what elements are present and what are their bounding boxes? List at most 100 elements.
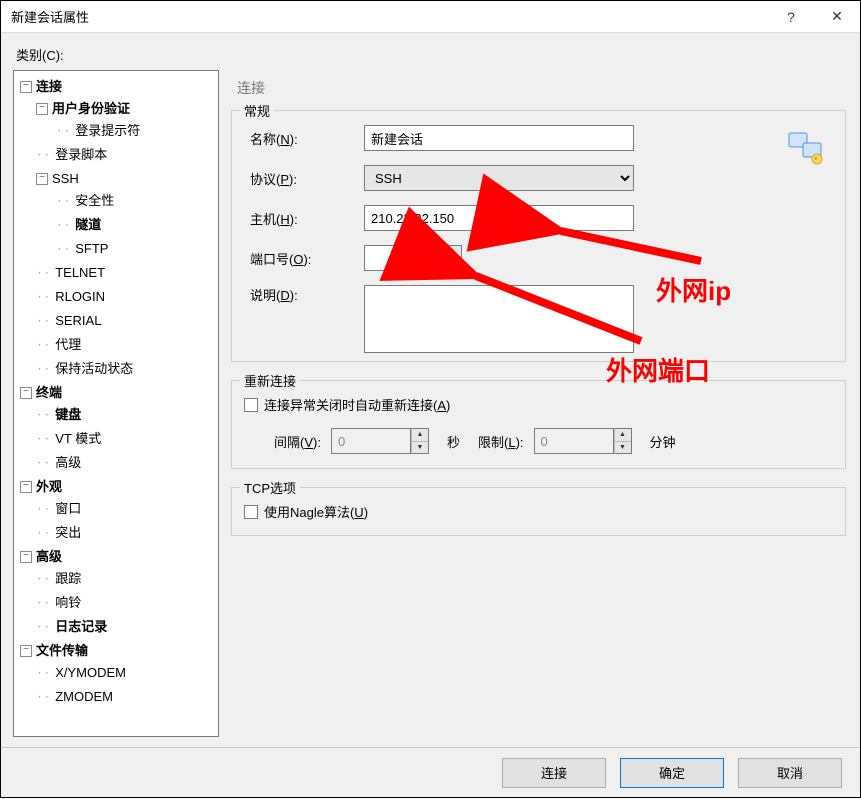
tree-item-security[interactable]: 安全性: [75, 193, 114, 208]
general-group: 常规 名称(N): 协议(P): SSH: [231, 110, 846, 362]
tree-item-keyboard[interactable]: 键盘: [55, 407, 81, 422]
category-tree[interactable]: −连接 −用户身份验证 ··登录提示符 ··登录脚本 −SSH ··安全性 ··…: [13, 70, 219, 737]
tree-item-logging[interactable]: 日志记录: [55, 619, 107, 634]
leaf-icon: ··: [36, 688, 51, 709]
port-input[interactable]: [364, 245, 444, 271]
leaf-icon: ··: [36, 312, 51, 333]
auto-reconnect-label: 连接异常关闭时自动重新连接(A): [264, 395, 450, 414]
close-button[interactable]: ✕: [814, 1, 860, 33]
reconnect-group: 重新连接 连接异常关闭时自动重新连接(A) 间隔(V): ▲ ▼ 秒: [231, 380, 846, 469]
toggle-icon[interactable]: −: [20, 551, 32, 563]
tcp-legend: TCP选项: [240, 478, 300, 497]
tree-item-connection[interactable]: 连接: [36, 79, 62, 94]
right-pane: 连接 常规 名称(N): 协议(P): SSH: [229, 70, 848, 737]
tree-item-advanced[interactable]: 高级: [36, 549, 62, 564]
tcp-group: TCP选项 使用Nagle算法(U): [231, 487, 846, 536]
tree-item-login-prompt[interactable]: 登录提示符: [75, 123, 140, 138]
leaf-icon: ··: [36, 524, 51, 545]
tree-item-vt-mode[interactable]: VT 模式: [55, 431, 101, 446]
tree-item-rlogin[interactable]: RLOGIN: [55, 289, 105, 304]
tree-item-sftp[interactable]: SFTP: [75, 241, 108, 256]
leaf-icon: ··: [36, 664, 51, 685]
interval-spinner[interactable]: ▲ ▼: [411, 428, 429, 454]
spinner-up-icon[interactable]: ▲: [412, 429, 428, 442]
interval-input[interactable]: [331, 428, 411, 454]
toggle-icon[interactable]: −: [20, 481, 32, 493]
tree-item-serial[interactable]: SERIAL: [55, 313, 101, 328]
leaf-icon: ··: [56, 240, 71, 261]
tree-item-telnet[interactable]: TELNET: [55, 265, 105, 280]
tree-item-appearance[interactable]: 外观: [36, 479, 62, 494]
connect-button[interactable]: 连接: [502, 758, 606, 788]
footer: 连接 确定 取消: [1, 747, 860, 797]
toggle-icon[interactable]: −: [20, 387, 32, 399]
protocol-select[interactable]: SSH: [364, 165, 634, 191]
leaf-icon: ··: [36, 594, 51, 615]
spinner-down-icon[interactable]: ▼: [412, 442, 428, 454]
leaf-icon: ··: [36, 618, 51, 639]
spinner-down-icon[interactable]: ▼: [445, 259, 461, 271]
limit-unit: 分钟: [642, 432, 684, 451]
tree-item-tunnel[interactable]: 隧道: [75, 217, 101, 232]
tree-item-window[interactable]: 窗口: [55, 501, 81, 516]
tree-item-ssh[interactable]: SSH: [52, 171, 79, 186]
tree-item-xymodem[interactable]: X/YMODEM: [55, 666, 126, 681]
tree-item-proxy[interactable]: 代理: [55, 337, 81, 352]
section-header: 连接: [229, 70, 848, 106]
tree-item-trace[interactable]: 跟踪: [55, 571, 81, 586]
description-label: 说明(D):: [244, 285, 364, 304]
tree-item-login-script[interactable]: 登录脚本: [55, 147, 107, 162]
toggle-icon[interactable]: −: [36, 103, 48, 115]
tree-item-highlight[interactable]: 突出: [55, 525, 81, 540]
leaf-icon: ··: [36, 264, 51, 285]
toggle-icon[interactable]: −: [20, 81, 32, 93]
nagle-checkbox[interactable]: [244, 505, 258, 519]
dialog-window: 新建会话属性 ? ✕ 类别(C): −连接 −用户身份验证 ··登录提示符 ··…: [0, 0, 861, 798]
tree-item-advanced-terminal[interactable]: 高级: [55, 455, 81, 470]
leaf-icon: ··: [56, 122, 71, 143]
reconnect-legend: 重新连接: [240, 371, 300, 390]
leaf-icon: ··: [36, 430, 51, 451]
spinner-up-icon[interactable]: ▲: [445, 246, 461, 259]
host-input[interactable]: [364, 205, 634, 231]
limit-label: 限制(L):: [478, 432, 524, 451]
toggle-icon[interactable]: −: [36, 173, 48, 185]
tree-item-user-auth[interactable]: 用户身份验证: [52, 101, 130, 116]
leaf-icon: ··: [36, 360, 51, 381]
leaf-icon: ··: [36, 146, 51, 167]
leaf-icon: ··: [56, 216, 71, 237]
nagle-label: 使用Nagle算法(U): [264, 502, 368, 521]
name-label: 名称(N):: [244, 129, 364, 148]
port-spinner[interactable]: ▲ ▼: [444, 245, 462, 271]
protocol-label: 协议(P):: [244, 169, 364, 188]
interval-label: 间隔(V):: [274, 432, 321, 451]
help-button[interactable]: ?: [768, 1, 814, 33]
tree-item-terminal[interactable]: 终端: [36, 385, 62, 400]
auto-reconnect-checkbox[interactable]: [244, 398, 258, 412]
leaf-icon: ··: [36, 288, 51, 309]
tree-item-zmodem[interactable]: ZMODEM: [55, 690, 113, 705]
cancel-button[interactable]: 取消: [738, 758, 842, 788]
description-textarea[interactable]: [364, 285, 634, 353]
interval-unit: 秒: [439, 432, 468, 451]
tree-item-bell[interactable]: 响铃: [55, 595, 81, 610]
toggle-icon[interactable]: −: [20, 645, 32, 657]
titlebar: 新建会话属性 ? ✕: [1, 1, 860, 33]
tree-item-file-transfer[interactable]: 文件传输: [36, 643, 88, 658]
spinner-up-icon[interactable]: ▲: [615, 429, 631, 442]
limit-spinner[interactable]: ▲ ▼: [614, 428, 632, 454]
tree-item-keepalive[interactable]: 保持活动状态: [55, 361, 133, 376]
leaf-icon: ··: [36, 570, 51, 591]
window-title: 新建会话属性: [11, 7, 768, 26]
annotation-port-label: 外网端口: [606, 351, 710, 388]
connection-icon: [785, 129, 827, 167]
host-label: 主机(H):: [244, 209, 364, 228]
ok-button[interactable]: 确定: [620, 758, 724, 788]
category-label: 类别(C):: [1, 33, 860, 70]
annotation-ip-label: 外网ip: [656, 271, 731, 308]
name-input[interactable]: [364, 125, 634, 151]
leaf-icon: ··: [36, 336, 51, 357]
limit-input[interactable]: [534, 428, 614, 454]
leaf-icon: ··: [56, 192, 71, 213]
spinner-down-icon[interactable]: ▼: [615, 442, 631, 454]
